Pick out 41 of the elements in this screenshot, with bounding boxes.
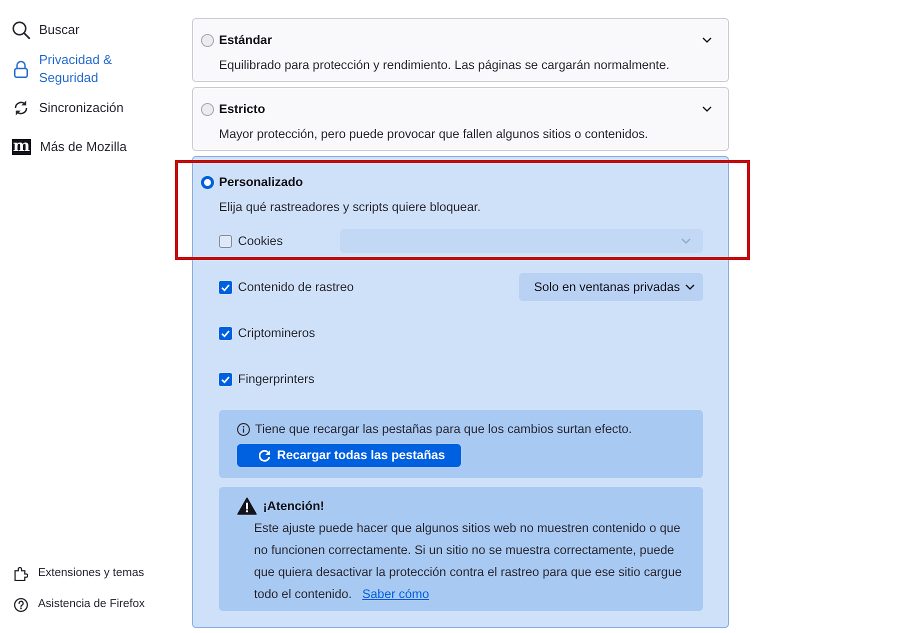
option-title[interactable]: Personalizado [219,172,304,192]
chevron-icon[interactable] [702,106,712,112]
reload-button[interactable]: Recargar todas las pestañas [237,444,462,467]
sync-icon [12,98,30,116]
warning-message: Este ajuste puede hacer que algunos sitios web no muestren contenido o que no funcionen correctamente. Si un sitio no se muestra correctamente, puede que quiera desactivar la protección contra el rastreo para que ese sitio cargue todo el contenido. Saber cómo [254,520,683,603]
chevron-icon [681,238,691,244]
info-message: Tiene que recargar las pestañas para que los cambios surtan efecto. [255,421,632,437]
info-icon [237,422,250,436]
logo-icon: m [12,138,31,154]
search-icon [12,20,30,38]
warning-icon [237,497,257,515]
sidebar-item[interactable]: Privacidad & Seguridad [12,49,137,88]
dropdown[interactable]: Solo en ventanas privadas [518,273,703,301]
chevron-icon [685,284,695,290]
radio-button[interactable] [201,102,214,116]
checkbox[interactable] [219,326,232,340]
sidebar-item[interactable]: Sincronización [12,88,137,127]
warning-title: ¡Atención! [263,498,324,515]
checkbox[interactable] [219,372,232,386]
checkbox-label[interactable]: Criptomineros [238,324,316,342]
option-title[interactable]: Estricto [219,100,266,118]
checkbox[interactable] [219,280,232,294]
sidebar-link[interactable]: Asistencia de Firefox [12,589,162,620]
checkbox[interactable] [219,234,232,248]
option-description: Mayor protección, pero puede provocar que fallen algunos sitios o contenidos. [219,126,650,142]
radio-button[interactable] [201,176,214,188]
checkbox-label[interactable]: Cookies [238,232,283,250]
option-description: Elija qué rastreadores y scripts quiere bloquear. [219,199,482,215]
radio-button[interactable] [201,34,214,46]
sidebar-item[interactable]: Buscar [12,10,137,49]
reload-icon [259,450,271,462]
chevron-icon[interactable] [702,37,712,43]
option-title[interactable]: Estándar [219,30,272,50]
sidebar-link[interactable]: Extensiones y temas [12,558,162,589]
lock-icon [12,60,30,78]
checkbox-label[interactable]: Contenido de rastreo [238,278,354,296]
sidebar-item[interactable]: m Más de Mozilla [12,127,137,166]
checkbox-label[interactable]: Fingerprinters [238,370,314,388]
help-icon [14,598,28,612]
option-description: Equilibrado para protección y rendimiento. Las páginas se cargarán normalmente. [219,57,670,73]
puzzle-icon [14,566,28,580]
